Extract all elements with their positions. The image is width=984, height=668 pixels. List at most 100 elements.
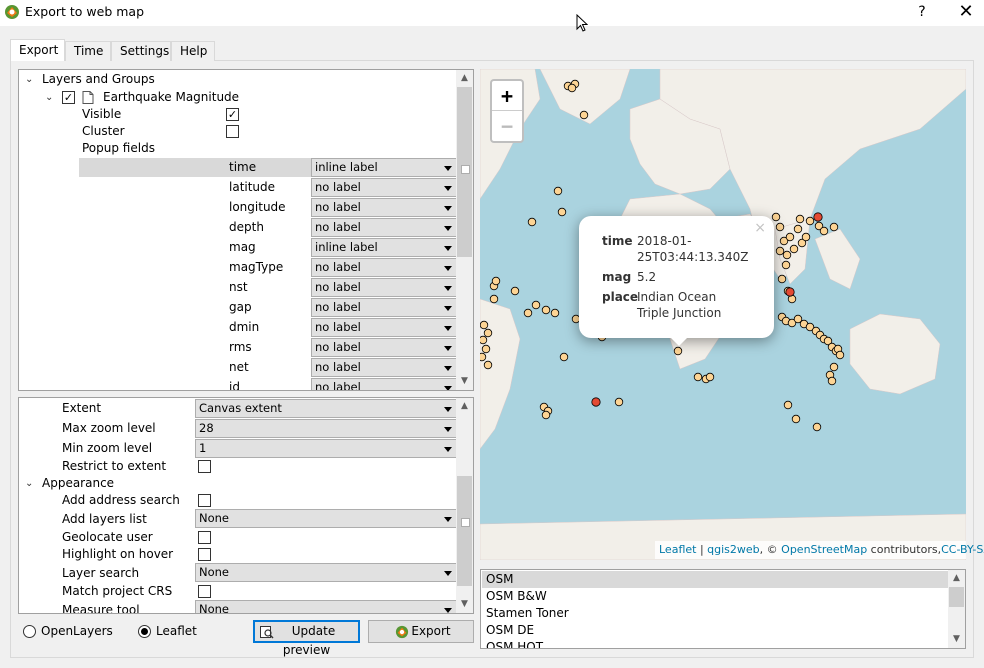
popup-field-label-combo[interactable]: inline label: [311, 238, 457, 257]
earthquake-marker-strong[interactable]: [785, 287, 795, 297]
earthquake-marker[interactable]: [567, 83, 577, 93]
measure-combo[interactable]: None: [195, 600, 457, 613]
scroll-down-arrow-icon[interactable]: ▼: [456, 596, 473, 613]
zoom-out-button[interactable]: −: [492, 111, 522, 141]
chevron-down-icon[interactable]: ⌄: [25, 474, 33, 493]
highlight-checkbox[interactable]: [198, 548, 211, 561]
match-crs-checkbox[interactable]: [198, 585, 211, 598]
popup-field-label-combo[interactable]: no label: [311, 378, 457, 390]
popup-field-label-combo[interactable]: no label: [311, 218, 457, 237]
earthquake-marker[interactable]: [827, 376, 837, 386]
basemap-item[interactable]: OSM: [482, 571, 948, 588]
earthquake-marker[interactable]: [481, 344, 491, 354]
popup-field-label-combo[interactable]: no label: [311, 198, 457, 217]
popup-field-label-combo[interactable]: inline label: [311, 158, 457, 177]
geolocate-checkbox[interactable]: [198, 531, 211, 544]
earthquake-marker[interactable]: [510, 286, 520, 296]
zoom-in-button[interactable]: +: [492, 81, 522, 111]
cc-by-sa-link[interactable]: CC-BY-SA: [941, 543, 984, 556]
export-button[interactable]: Export: [368, 620, 474, 643]
earthquake-marker[interactable]: [793, 224, 803, 234]
earthquake-marker[interactable]: [801, 232, 811, 242]
earthquake-marker[interactable]: [553, 186, 563, 196]
layer-checkbox[interactable]: ✓: [62, 91, 75, 104]
min-zoom-combo[interactable]: 1: [195, 439, 457, 458]
restrict-checkbox[interactable]: [198, 460, 211, 473]
earthquake-marker[interactable]: [812, 422, 822, 432]
earthquake-marker[interactable]: [483, 328, 493, 338]
earthquake-marker[interactable]: [775, 222, 785, 232]
earthquake-marker[interactable]: [782, 250, 792, 260]
tab-settings[interactable]: Settings: [111, 41, 171, 61]
popup-close-icon[interactable]: ×: [754, 220, 766, 236]
earthquake-marker-strong[interactable]: [591, 397, 601, 407]
settings-tree[interactable]: Extent Canvas extent Max zoom level 28 M…: [18, 397, 474, 614]
earthquake-marker[interactable]: [835, 350, 845, 360]
extent-combo[interactable]: Canvas extent: [195, 399, 457, 418]
earthquake-marker[interactable]: [705, 372, 715, 382]
earthquake-marker[interactable]: [777, 274, 787, 284]
popup-field-label-combo[interactable]: no label: [311, 178, 457, 197]
qgis2web-link[interactable]: qgis2web: [707, 543, 760, 556]
visible-checkbox[interactable]: ✓: [226, 108, 239, 121]
popup-field-label-combo[interactable]: no label: [311, 358, 457, 377]
earthquake-marker[interactable]: [541, 410, 551, 420]
earthquake-marker[interactable]: [483, 360, 493, 370]
earthquake-marker[interactable]: [541, 305, 551, 315]
popup-field-label-combo[interactable]: no label: [311, 318, 457, 337]
earthquake-marker[interactable]: [693, 372, 703, 382]
chevron-down-icon[interactable]: ⌄: [45, 88, 53, 107]
popup-field-label-combo[interactable]: no label: [311, 278, 457, 297]
earthquake-marker[interactable]: [775, 246, 785, 256]
earthquake-marker[interactable]: [829, 362, 839, 372]
popup-field-label-combo[interactable]: no label: [311, 258, 457, 277]
layer-search-combo[interactable]: None: [195, 563, 457, 582]
basemap-scrollbar[interactable]: ▲ ▼: [948, 570, 965, 648]
earthquake-marker[interactable]: [559, 352, 569, 362]
scroll-up-arrow-icon[interactable]: ▲: [456, 70, 473, 87]
tab-export[interactable]: Export: [10, 39, 65, 61]
basemap-item[interactable]: OSM DE: [482, 622, 948, 639]
earthquake-marker[interactable]: [673, 346, 683, 356]
layers-tree[interactable]: ⌄ Layers and Groups ⌄ ✓ Earthquake Magni…: [18, 69, 474, 391]
popup-field-label-combo[interactable]: no label: [311, 298, 457, 317]
openlayers-radio[interactable]: [23, 625, 36, 638]
earthquake-marker[interactable]: [805, 216, 815, 226]
settings-scrollbar[interactable]: ▲ ▼: [456, 398, 473, 613]
scroll-thumb[interactable]: [457, 476, 472, 586]
max-zoom-combo[interactable]: 28: [195, 419, 457, 438]
cluster-checkbox[interactable]: [226, 125, 239, 138]
address-search-checkbox[interactable]: [198, 494, 211, 507]
earthquake-marker[interactable]: [579, 110, 589, 120]
earthquake-marker[interactable]: [614, 397, 624, 407]
leaflet-link[interactable]: Leaflet: [659, 543, 696, 556]
earthquake-marker[interactable]: [491, 276, 501, 286]
leaflet-radio[interactable]: [138, 625, 151, 638]
earthquake-marker[interactable]: [785, 232, 795, 242]
earthquake-marker[interactable]: [480, 320, 489, 330]
earthquake-marker-strong[interactable]: [813, 212, 823, 222]
chevron-down-icon[interactable]: ⌄: [25, 70, 33, 89]
earthquake-marker[interactable]: [480, 352, 487, 362]
tree-scrollbar[interactable]: ▲ ▼: [456, 70, 473, 390]
earthquake-marker[interactable]: [480, 335, 488, 345]
earthquake-marker[interactable]: [795, 214, 805, 224]
tab-time[interactable]: Time: [65, 41, 111, 61]
help-button[interactable]: ?: [910, 0, 934, 24]
earthquake-marker[interactable]: [531, 300, 541, 310]
basemap-item[interactable]: OSM HOT: [482, 639, 948, 648]
scroll-down-arrow-icon[interactable]: ▼: [948, 631, 965, 648]
earthquake-marker[interactable]: [527, 217, 537, 227]
scroll-thumb[interactable]: [949, 587, 964, 607]
earthquake-marker[interactable]: [557, 207, 567, 217]
openstreetmap-link[interactable]: OpenStreetMap: [781, 543, 867, 556]
layers-list-combo[interactable]: None: [195, 509, 457, 528]
earthquake-marker[interactable]: [829, 222, 839, 232]
scroll-thumb[interactable]: [457, 87, 472, 257]
earthquake-marker[interactable]: [771, 212, 781, 222]
popup-field-label-combo[interactable]: no label: [311, 338, 457, 357]
earthquake-marker[interactable]: [781, 260, 791, 270]
basemap-list[interactable]: OSM OSM B&W Stamen Toner OSM DE OSM HOT …: [480, 569, 966, 649]
earthquake-marker[interactable]: [783, 400, 793, 410]
scroll-up-arrow-icon[interactable]: ▲: [456, 398, 473, 415]
